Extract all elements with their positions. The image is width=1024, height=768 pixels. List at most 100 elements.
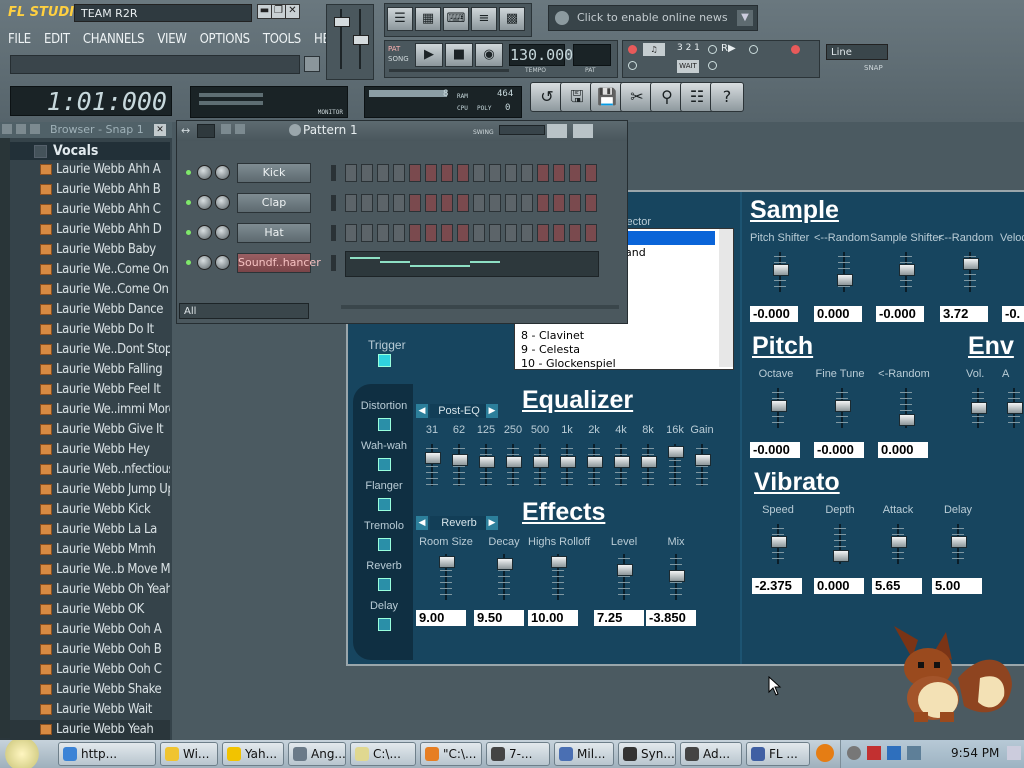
channel-volume-knob[interactable]: [215, 165, 230, 180]
channel-active-led[interactable]: [186, 170, 191, 175]
channel-select-indicator[interactable]: [331, 165, 336, 181]
cut-tools-icon[interactable]: ✂: [620, 82, 654, 112]
show-desktop-icon[interactable]: [1007, 746, 1021, 760]
taskbar-button[interactable]: Mil...: [554, 742, 614, 766]
metronome-icon[interactable]: ♫: [643, 43, 665, 56]
menu-options[interactable]: OPTIONS: [200, 32, 250, 47]
channel-pan-knob[interactable]: [197, 255, 212, 270]
play-button[interactable]: ▶: [415, 43, 443, 67]
step-button[interactable]: [537, 164, 549, 182]
browser-item[interactable]: Laurie Webb Falling: [0, 360, 170, 380]
effect-prev-icon[interactable]: ◀: [416, 516, 428, 530]
fader-handle[interactable]: [835, 400, 851, 412]
step-edit-led-icon[interactable]: [628, 61, 637, 70]
overdub-led-icon[interactable]: [791, 45, 800, 54]
step-button[interactable]: [489, 224, 501, 242]
taskbar-button[interactable]: 7-...: [486, 742, 550, 766]
browser-item[interactable]: Laurie Webb Mmh: [0, 540, 170, 560]
fader-handle[interactable]: [506, 456, 522, 468]
browser-item[interactable]: Laurie Webb Oh Yeah: [0, 580, 170, 600]
step-button[interactable]: [473, 224, 485, 242]
instrument-item[interactable]: and: [625, 246, 646, 259]
eq-band-fader[interactable]: [452, 444, 468, 486]
browser-item[interactable]: Laurie Webb Shake: [0, 680, 170, 700]
fader-handle[interactable]: [963, 258, 979, 270]
master-volume-slider[interactable]: [334, 17, 350, 27]
sample-param-fader[interactable]: [899, 252, 915, 292]
effect-param-value[interactable]: 9.00: [416, 610, 466, 626]
fader-handle[interactable]: [439, 556, 455, 568]
step-button[interactable]: [521, 224, 533, 242]
step-button[interactable]: [553, 194, 565, 212]
eq-mode-select[interactable]: Post-EQ: [430, 404, 488, 418]
step-scrollbar[interactable]: [341, 305, 619, 309]
close-channel-icon[interactable]: [235, 124, 245, 134]
eq-band-fader[interactable]: [533, 444, 549, 486]
sample-param-fader[interactable]: [837, 252, 853, 292]
effect-toggle[interactable]: [378, 418, 391, 431]
channel-filter-select[interactable]: All: [179, 303, 309, 319]
vibrato-param-fader[interactable]: [891, 524, 907, 564]
channel-select-indicator[interactable]: [331, 225, 336, 241]
browser-item[interactable]: Laurie Webb Ahh D: [0, 220, 170, 240]
pattern-number-display[interactable]: [573, 44, 611, 66]
countdown-icon[interactable]: 3 2 1: [677, 43, 700, 53]
fader-handle[interactable]: [971, 402, 987, 414]
song-time-display[interactable]: 1:01:000: [10, 86, 172, 116]
effect-param-value[interactable]: 9.50: [474, 610, 524, 626]
browser-item[interactable]: Laurie Webb Ooh B: [0, 640, 170, 660]
eq-band-fader[interactable]: [695, 444, 711, 486]
vibrato-param-value[interactable]: -2.375: [752, 578, 802, 594]
swing-slider[interactable]: [499, 125, 545, 135]
browser-item[interactable]: Laurie Web..nfectious: [0, 460, 170, 480]
step-button[interactable]: [489, 194, 501, 212]
sample-param-value[interactable]: -0.: [1002, 306, 1024, 322]
fader-handle[interactable]: [891, 536, 907, 548]
menu-file[interactable]: FILE: [8, 32, 31, 47]
step-button[interactable]: [393, 164, 405, 182]
step-button[interactable]: [441, 194, 453, 212]
tray-icon[interactable]: [867, 746, 881, 760]
pitch-param-value[interactable]: -0.000: [814, 442, 864, 458]
channel-active-led[interactable]: [186, 230, 191, 235]
taskbar-button[interactable]: Yah...: [222, 742, 284, 766]
step-button[interactable]: [425, 164, 437, 182]
move-icon[interactable]: ↔: [181, 124, 190, 137]
channel-volume-knob[interactable]: [215, 255, 230, 270]
stop-button[interactable]: ■: [445, 43, 473, 67]
fader-handle[interactable]: [771, 536, 787, 548]
trigger-button[interactable]: [378, 354, 391, 367]
pitch-param-fader[interactable]: [835, 388, 851, 428]
sample-param-value[interactable]: -0.000: [750, 306, 798, 322]
fader-handle[interactable]: [837, 274, 853, 286]
eq-band-fader[interactable]: [425, 444, 441, 486]
sample-param-fader[interactable]: [963, 252, 979, 292]
browser-back-icon[interactable]: [16, 124, 26, 134]
browser-item[interactable]: Laurie Webb Do It: [0, 320, 170, 340]
piano-roll-preview[interactable]: [345, 251, 599, 277]
step-button[interactable]: [489, 164, 501, 182]
effect-param-value[interactable]: 10.00: [528, 610, 578, 626]
step-button[interactable]: [585, 164, 597, 182]
step-button[interactable]: [585, 194, 597, 212]
fader-handle[interactable]: [551, 556, 567, 568]
graph-editor-icon[interactable]: [547, 124, 567, 138]
sample-param-value[interactable]: 0.000: [814, 306, 862, 322]
tempo-display[interactable]: 130.000: [509, 44, 573, 66]
browser-scrollbar[interactable]: [0, 138, 10, 738]
fader-handle[interactable]: [533, 456, 549, 468]
taskbar-button[interactable]: Wi...: [160, 742, 218, 766]
browser-item[interactable]: Laurie Webb Ooh C: [0, 660, 170, 680]
minimize-icon[interactable]: ▬: [257, 4, 272, 19]
menu-channels[interactable]: CHANNELS: [83, 32, 145, 47]
step-button[interactable]: [585, 224, 597, 242]
step-button[interactable]: [569, 194, 581, 212]
step-sequencer-icon[interactable]: ▦: [415, 7, 441, 31]
undo-icon[interactable]: ↺: [530, 82, 564, 112]
browser-menu-icon[interactable]: [2, 124, 12, 134]
keyboard-editor-icon[interactable]: [573, 124, 593, 138]
vibrato-param-fader[interactable]: [771, 524, 787, 564]
fader-handle[interactable]: [669, 570, 685, 582]
step-button[interactable]: [457, 164, 469, 182]
fader-handle[interactable]: [951, 536, 967, 548]
